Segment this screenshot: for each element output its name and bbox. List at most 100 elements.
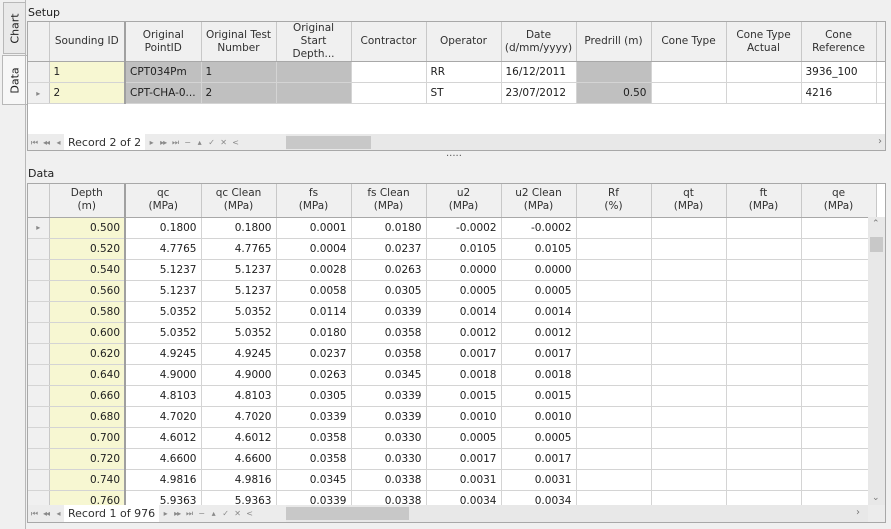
row-indicator[interactable]: [28, 448, 50, 470]
data-row[interactable]: 0.720 4.6600 4.6600 0.0358 0.0330 0.0017 0.001…: [28, 448, 877, 470]
grid-cell[interactable]: RR: [426, 61, 502, 83]
column-header[interactable]: Sounding ID: [49, 22, 126, 62]
data-row[interactable]: 0.520 4.7765 4.7765 0.0004 0.0237 0.0105 0.010…: [28, 238, 877, 260]
column-header[interactable]: Cone Type: [651, 22, 727, 62]
grid-cell[interactable]: 0.0005: [501, 280, 577, 302]
grid-cell[interactable]: 0.0358: [351, 322, 427, 344]
grid-cell[interactable]: [576, 343, 652, 365]
column-header[interactable]: fs (MPa): [276, 184, 352, 218]
next-record-button[interactable]: ▸: [159, 509, 171, 518]
prev-page-button[interactable]: ◂◂: [40, 509, 52, 518]
grid-cell[interactable]: 0.720: [49, 448, 126, 470]
data-row[interactable]: 0.700 4.6012 4.6012 0.0358 0.0330 0.0005 0.000…: [28, 427, 877, 449]
data-row[interactable]: 0.540 5.1237 5.1237 0.0028 0.0263 0.0000 0.000…: [28, 259, 877, 281]
grid-cell[interactable]: [726, 448, 802, 470]
grid-cell[interactable]: 4.9245: [201, 343, 277, 365]
scroll-right-arrow-icon[interactable]: ›: [856, 507, 860, 518]
column-header[interactable]: ft (MPa): [726, 184, 802, 218]
grid-cell[interactable]: 0.0358: [351, 343, 427, 365]
grid-cell[interactable]: 0.0001: [276, 217, 352, 239]
grid-cell[interactable]: 0.0000: [426, 259, 502, 281]
column-header[interactable]: Depth (m): [49, 184, 126, 218]
grid-cell[interactable]: [726, 364, 802, 386]
grid-cell[interactable]: [801, 448, 877, 470]
grid-cell[interactable]: 1: [49, 61, 126, 83]
grid-cell[interactable]: 0.520: [49, 238, 126, 260]
data-vscroll-thumb[interactable]: [870, 237, 883, 252]
column-header[interactable]: Contractor: [351, 22, 427, 62]
grid-cell[interactable]: [651, 217, 727, 239]
grid-cell[interactable]: [651, 301, 727, 323]
data-row[interactable]: 0.640 4.9000 4.9000 0.0263 0.0345 0.0018 0.001…: [28, 364, 877, 386]
last-record-button[interactable]: ⏭: [183, 509, 195, 519]
grid-cell[interactable]: 0.0028: [276, 259, 352, 281]
grid-cell[interactable]: [576, 301, 652, 323]
row-indicator[interactable]: [28, 406, 50, 428]
column-header[interactable]: u2 Clean (MPa): [501, 184, 577, 218]
column-header[interactable]: Original PointID: [125, 22, 202, 62]
grid-cell[interactable]: 0.0015: [501, 385, 577, 407]
grid-cell[interactable]: 4.7020: [201, 406, 277, 428]
grid-cell[interactable]: [801, 469, 877, 491]
grid-cell[interactable]: [651, 238, 727, 260]
grid-cell[interactable]: [576, 448, 652, 470]
grid-cell[interactable]: 0.740: [49, 469, 126, 491]
grid-cell[interactable]: 0.560: [49, 280, 126, 302]
grid-cell[interactable]: 0.0345: [351, 364, 427, 386]
scroll-up-arrow-icon[interactable]: ⌃: [872, 219, 880, 229]
data-row[interactable]: 0.740 4.9816 4.9816 0.0345 0.0338 0.0031 0.003…: [28, 469, 877, 491]
grid-cell[interactable]: [351, 61, 427, 83]
grid-cell[interactable]: 0.0015: [426, 385, 502, 407]
grid-cell[interactable]: 4.6600: [201, 448, 277, 470]
grid-cell[interactable]: 0.0010: [501, 406, 577, 428]
next-record-button[interactable]: ▸: [145, 138, 157, 147]
tab-chart[interactable]: Chart: [3, 2, 26, 54]
grid-cell[interactable]: 0.0058: [276, 280, 352, 302]
grid-cell[interactable]: [576, 406, 652, 428]
grid-cell[interactable]: [576, 322, 652, 344]
cancel-edit-button[interactable]: ✕: [217, 138, 229, 147]
scroll-left-button[interactable]: <: [229, 138, 241, 147]
grid-cell[interactable]: 0.0237: [276, 343, 352, 365]
grid-cell[interactable]: 0.660: [49, 385, 126, 407]
grid-cell[interactable]: 2: [201, 82, 277, 104]
setup-row[interactable]: ▸ 2 CPT-CHA-0... 2 ST 23/07/2012 0.50 4216: [28, 82, 885, 104]
column-header[interactable]: Rf (%): [576, 184, 652, 218]
row-indicator[interactable]: ▸: [28, 217, 50, 239]
column-header[interactable]: Date (d/mm/yyyy): [501, 22, 577, 62]
grid-cell[interactable]: 0.0012: [426, 322, 502, 344]
row-indicator[interactable]: [28, 238, 50, 260]
column-header[interactable]: Cone Reference: [801, 22, 877, 62]
grid-cell[interactable]: 0.0018: [426, 364, 502, 386]
scroll-down-arrow-icon[interactable]: ⌄: [872, 493, 880, 503]
grid-cell[interactable]: [651, 448, 727, 470]
grid-cell[interactable]: 4.6012: [201, 427, 277, 449]
prev-record-button[interactable]: ◂: [52, 138, 64, 147]
grid-cell[interactable]: -0.0002: [501, 217, 577, 239]
grid-cell[interactable]: [726, 343, 802, 365]
row-indicator[interactable]: [28, 301, 50, 323]
grid-cell[interactable]: 0.0114: [276, 301, 352, 323]
grid-cell[interactable]: [726, 259, 802, 281]
grid-cell[interactable]: 4.7020: [125, 406, 202, 428]
grid-cell[interactable]: [801, 259, 877, 281]
grid-cell[interactable]: 0.580: [49, 301, 126, 323]
grid-cell[interactable]: 0.0338: [351, 469, 427, 491]
grid-cell[interactable]: 4.6012: [125, 427, 202, 449]
row-indicator[interactable]: [28, 364, 50, 386]
setup-horizontal-scrollbar[interactable]: ›: [286, 134, 885, 150]
data-row[interactable]: 0.560 5.1237 5.1237 0.0058 0.0305 0.0005 0.000…: [28, 280, 877, 302]
grid-cell[interactable]: 5.0352: [125, 301, 202, 323]
grid-cell[interactable]: [651, 469, 727, 491]
grid-cell[interactable]: 5.1237: [201, 280, 277, 302]
grid-cell[interactable]: [351, 82, 427, 104]
setup-row[interactable]: 1 CPT034Pm 1 RR 16/12/2011 3936_100: [28, 61, 885, 83]
grid-cell[interactable]: [576, 259, 652, 281]
grid-cell[interactable]: [651, 406, 727, 428]
row-indicator[interactable]: [28, 322, 50, 344]
prev-page-button[interactable]: ◂◂: [40, 138, 52, 147]
grid-cell[interactable]: [726, 61, 802, 83]
grid-cell[interactable]: 0.0010: [426, 406, 502, 428]
grid-cell[interactable]: 4.8103: [201, 385, 277, 407]
grid-cell[interactable]: 0.0330: [351, 448, 427, 470]
